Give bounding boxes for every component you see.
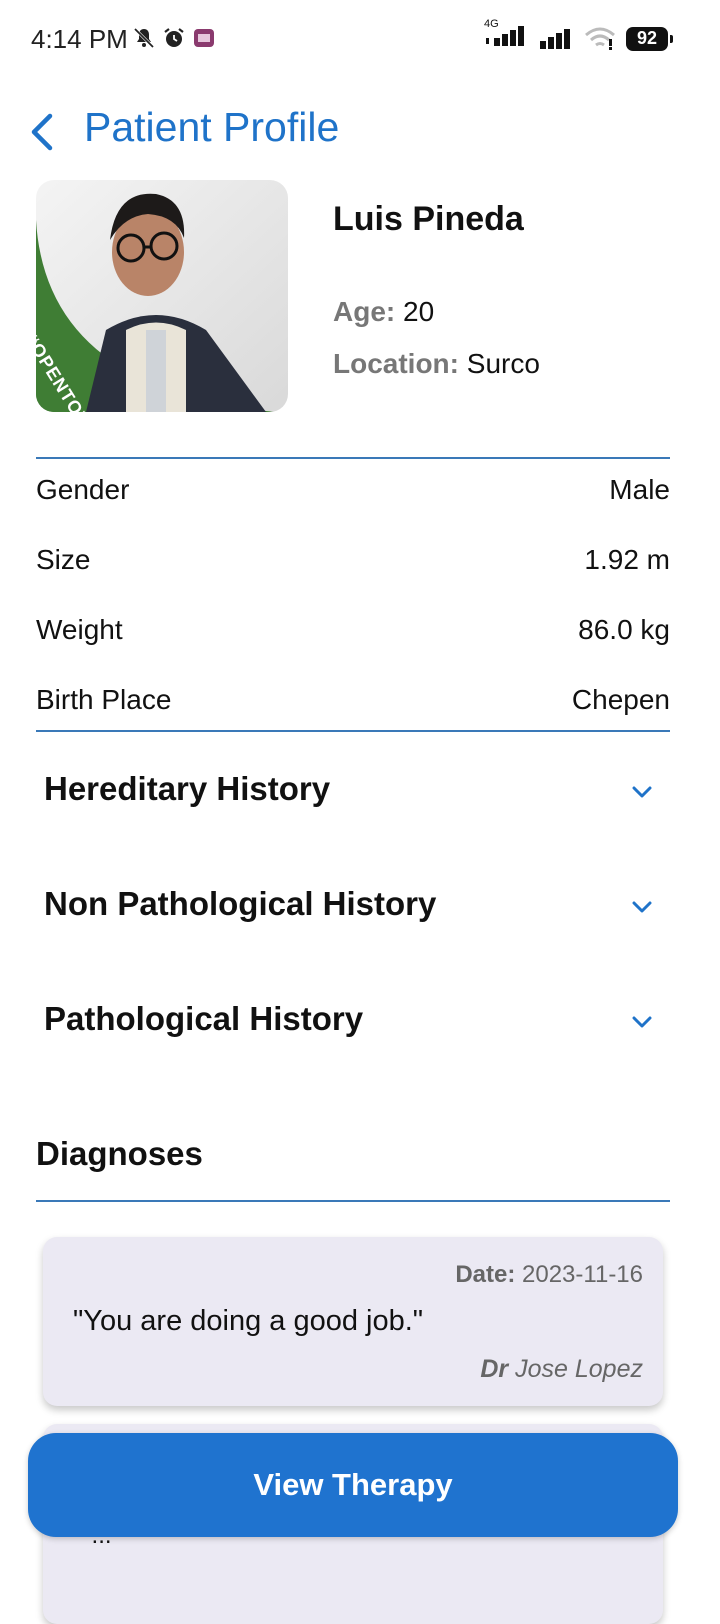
age-value: 20 — [403, 296, 435, 327]
detail-value: Chepen — [571, 684, 670, 715]
location-label: Location: — [333, 348, 459, 379]
status-bar: 4:14 PM 4G 92 — [0, 0, 720, 80]
chevron-down-icon — [632, 1016, 652, 1028]
detail-row-weight: Weight 86.0 kg — [36, 610, 670, 650]
age-label: Age: — [333, 296, 396, 327]
back-arrow-icon[interactable] — [24, 110, 60, 154]
detail-label: Birth Place — [36, 684, 172, 715]
chevron-down-icon — [632, 786, 652, 798]
signal-icon — [540, 28, 570, 49]
battery-icon: 92 — [626, 26, 673, 51]
age-line: Age: 20 — [333, 296, 434, 328]
location-line: Location: Surco — [333, 348, 540, 380]
diagnosis-doctor: Dr Jose Lopez — [480, 1355, 643, 1384]
diagnosis-card[interactable]: Date: 2023-11-16 "You are doing a good j… — [43, 1237, 663, 1406]
view-therapy-button[interactable]: View Therapy — [28, 1433, 678, 1537]
location-value: Surco — [466, 348, 540, 379]
patient-avatar: #OPENTOWORK — [36, 180, 288, 412]
divider-diagnoses — [36, 1200, 670, 1202]
diagnosis-date-value: 2023-11-16 — [522, 1261, 643, 1288]
diagnosis-date: Date: 2023-11-16 — [455, 1261, 643, 1289]
app-notification-icon — [194, 29, 214, 47]
accordion-title: Non Pathological History — [44, 885, 437, 922]
network-type: 4G — [484, 18, 499, 30]
accordion-non-pathological-history[interactable]: Non Pathological History — [0, 865, 720, 945]
chevron-down-icon — [632, 901, 652, 913]
detail-value: 86.0 kg — [578, 614, 670, 645]
detail-value: 1.92 m — [584, 544, 670, 575]
bell-muted-icon — [133, 27, 155, 49]
divider-top — [36, 457, 670, 459]
diagnosis-date-label: Date: — [455, 1261, 516, 1288]
doctor-name: Jose Lopez — [515, 1355, 643, 1383]
app-bar: Patient Profile — [0, 96, 720, 166]
page-title: Patient Profile — [84, 104, 340, 150]
accordion-pathological-history[interactable]: Pathological History — [0, 980, 720, 1060]
divider-details — [36, 730, 670, 732]
patient-name: Luis Pineda — [333, 200, 524, 238]
detail-value: Male — [609, 474, 670, 505]
diagnosis-note: "You are doing a good job." — [73, 1305, 424, 1337]
battery-level: 92 — [636, 28, 658, 48]
accordion-hereditary-history[interactable]: Hereditary History — [0, 750, 720, 830]
detail-label: Gender — [36, 474, 130, 505]
wifi-icon — [585, 27, 615, 50]
detail-label: Weight — [36, 614, 123, 645]
doctor-prefix: Dr — [480, 1355, 509, 1383]
accordion-title: Pathological History — [44, 1000, 364, 1037]
detail-row-gender: Gender Male — [36, 470, 670, 510]
alarm-icon — [164, 28, 184, 47]
detail-row-birth-place: Birth Place Chepen — [36, 680, 670, 720]
detail-row-size: Size 1.92 m — [36, 540, 670, 580]
diagnoses-title: Diagnoses — [36, 1135, 203, 1172]
detail-label: Size — [36, 544, 91, 575]
accordion-title: Hereditary History — [44, 770, 331, 807]
status-time: 4:14 PM — [31, 24, 128, 54]
